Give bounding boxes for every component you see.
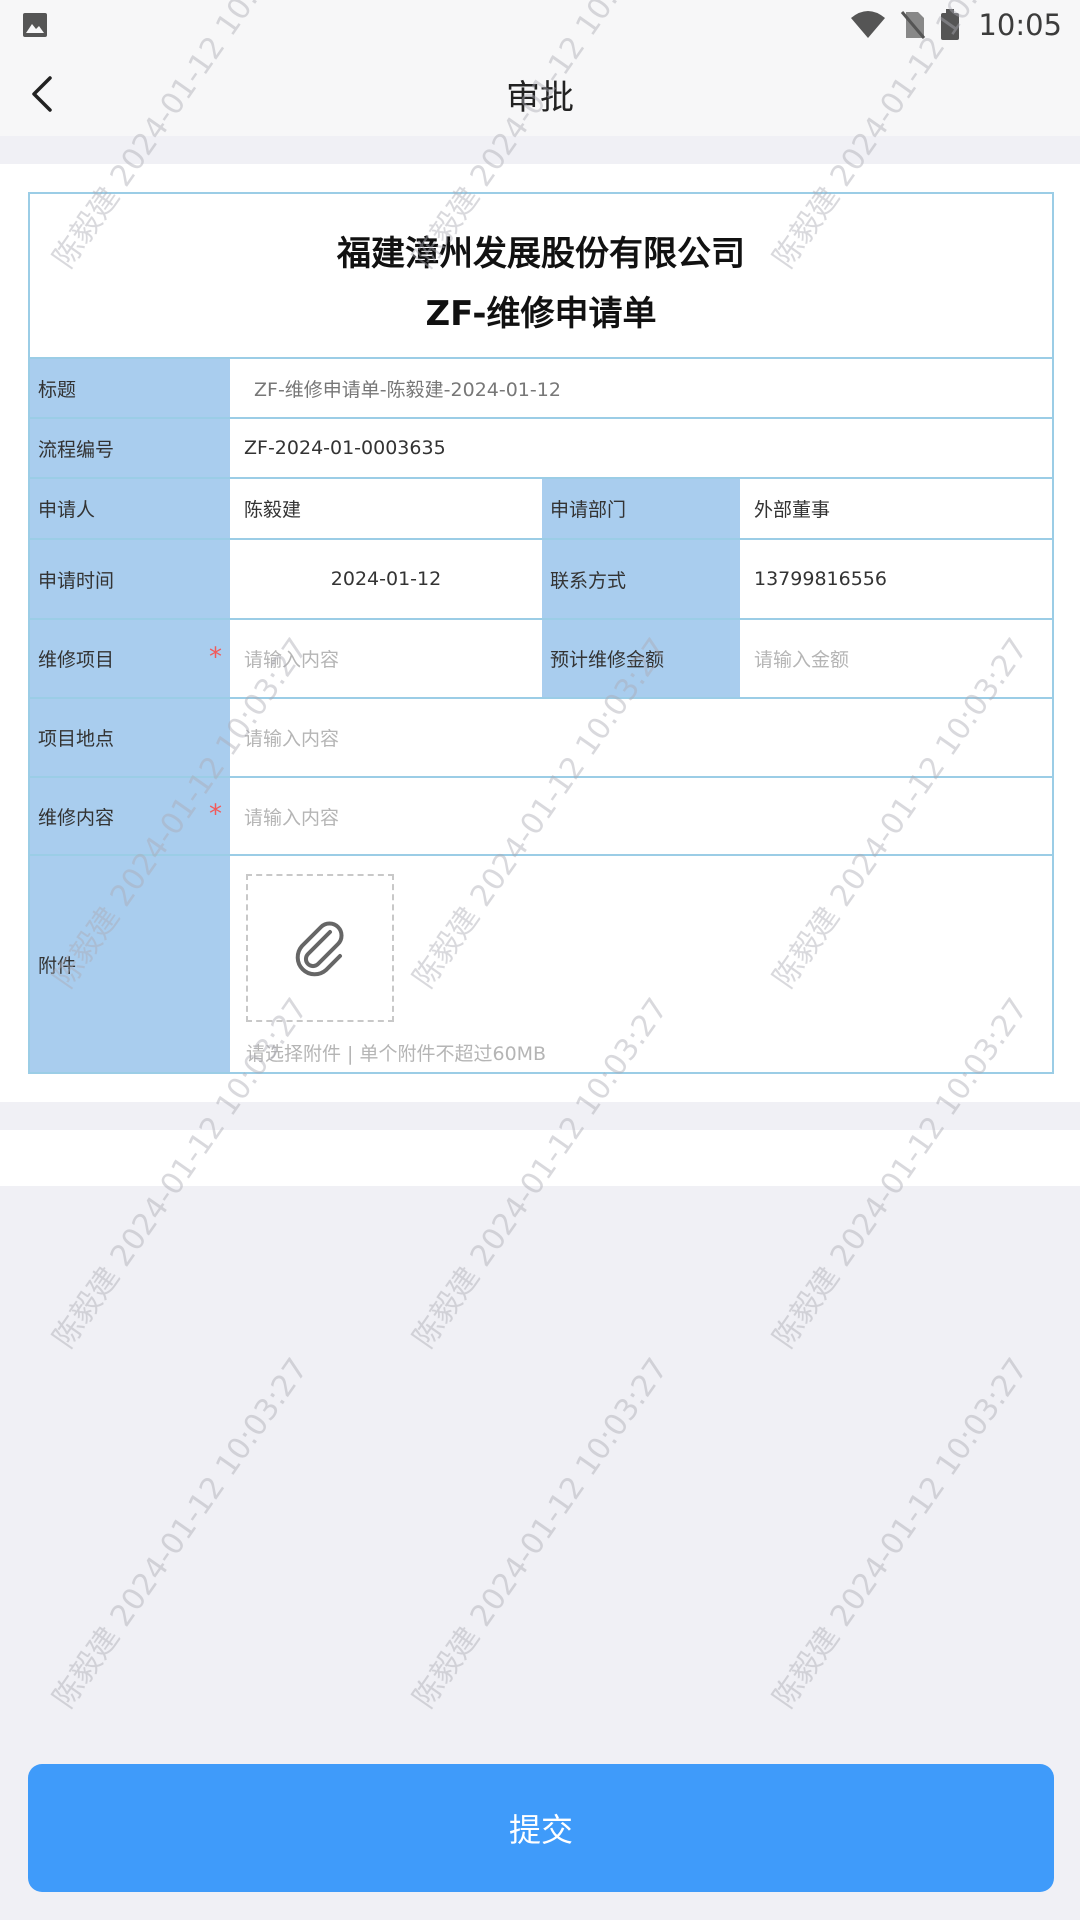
attachment-label: 附件 [30, 856, 230, 1072]
applicant-label: 申请人 [30, 479, 230, 540]
process-no-value: ZF-2024-01-0003635 [230, 419, 1052, 479]
form-name: ZF-维修申请单 [425, 294, 657, 334]
battery-icon [941, 9, 960, 40]
spacer-strip [0, 1130, 1080, 1186]
clock: 10:05 [978, 8, 1062, 42]
repair-item-label: 维修项目 * [30, 620, 230, 699]
repair-request-form: 福建漳州发展股份有限公司 ZF-维修申请单 标题 ZF-维修申请单-陈毅建-20… [28, 192, 1054, 1074]
nav-bar: 审批 [0, 50, 1080, 136]
process-no-label: 流程编号 [30, 419, 230, 479]
form-container: 福建漳州发展股份有限公司 ZF-维修申请单 标题 ZF-维修申请单-陈毅建-20… [0, 164, 1080, 1102]
image-icon [23, 13, 47, 37]
repair-content-label-text: 维修内容 [38, 806, 115, 829]
form-header: 福建漳州发展股份有限公司 ZF-维修申请单 [30, 194, 1052, 359]
repair-item-label-text: 维修项目 [38, 649, 115, 671]
required-mark: * [209, 642, 222, 672]
apply-time-label: 申请时间 [30, 540, 230, 620]
watermark: 陈毅建 2024-01-12 10:03:27 [406, 1352, 676, 1715]
location-label: 项目地点 [30, 699, 230, 778]
attachment-upload-button[interactable] [246, 874, 394, 1022]
estimate-label: 预计维修金额 [542, 620, 740, 699]
watermark: 陈毅建 2024-01-12 10:03:27 [46, 1352, 316, 1715]
contact-label: 联系方式 [542, 540, 740, 620]
location-input[interactable]: 请输入内容 [230, 699, 1052, 778]
dept-value: 外部董事 [740, 479, 1052, 540]
required-mark: * [209, 799, 222, 830]
estimate-input[interactable]: 请输入金额 [740, 620, 1052, 699]
contact-value: 13799816556 [740, 540, 1052, 620]
page-title: 审批 [506, 78, 574, 118]
no-sim-icon [901, 11, 926, 39]
title-label: 标题 [30, 359, 230, 419]
applicant-value: 陈毅建 [230, 479, 542, 540]
repair-content-input[interactable]: 请输入内容 [230, 778, 1052, 856]
status-bar: 10:05 [0, 0, 1080, 50]
dept-label: 申请部门 [542, 479, 740, 540]
watermark: 陈毅建 2024-01-12 10:03:27 [766, 1352, 1036, 1715]
repair-item-input[interactable]: 请输入内容 [230, 620, 542, 699]
attachment-tip: 请选择附件 | 单个附件不超过60MB [246, 1043, 547, 1065]
apply-time-value: 2024-01-12 [230, 540, 542, 620]
title-field[interactable]: ZF-维修申请单-陈毅建-2024-01-12 [230, 359, 1052, 419]
company-name: 福建漳州发展股份有限公司 [337, 234, 745, 274]
wifi-icon [851, 11, 886, 38]
paperclip-icon [295, 921, 344, 977]
repair-content-label: 维修内容 * [30, 778, 230, 856]
submit-button[interactable]: 提交 [28, 1764, 1054, 1892]
